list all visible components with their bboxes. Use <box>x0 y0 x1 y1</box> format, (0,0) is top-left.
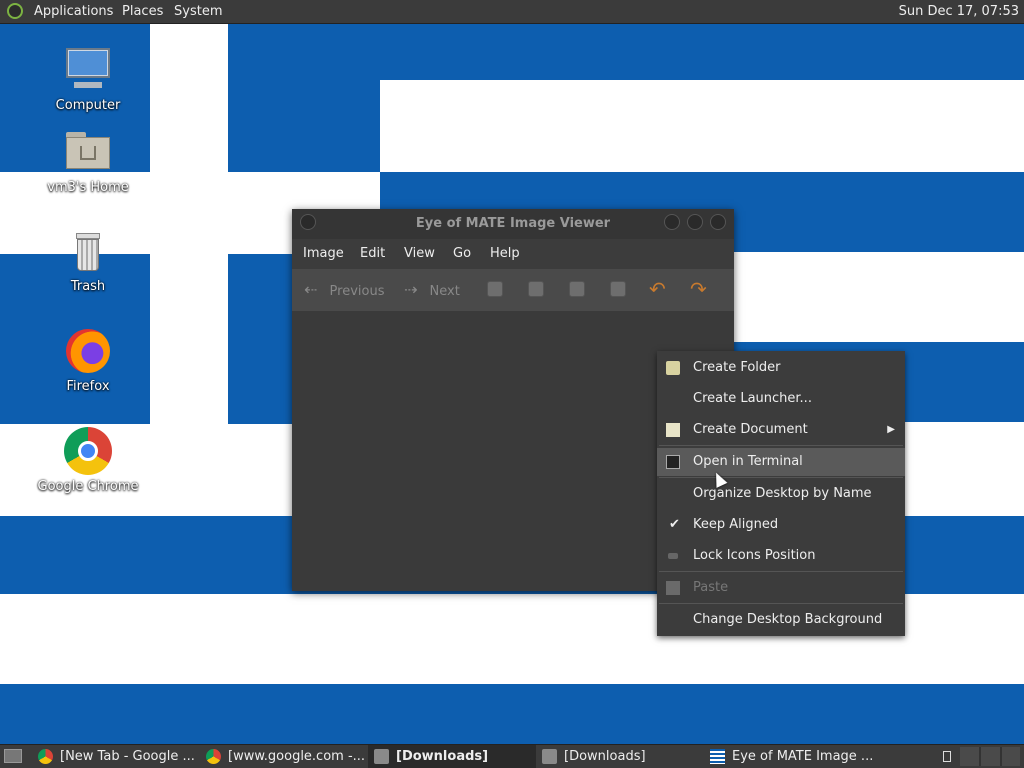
desktop-icon-label: Google Chrome <box>37 479 139 494</box>
rotate-left-icon[interactable]: ↶ <box>649 279 666 301</box>
places-menu[interactable]: Places <box>122 4 163 19</box>
menu-item-change-background[interactable]: Change Desktop Background <box>657 606 905 634</box>
checkmark-icon: ✔ <box>669 517 680 532</box>
folder-new-icon <box>666 361 680 375</box>
previous-button[interactable]: ⇠ Previous <box>304 279 385 301</box>
folder-icon <box>542 749 557 764</box>
menu-item-create-launcher[interactable]: Create Launcher... <box>657 385 905 413</box>
menu-item-lock-icons[interactable]: Lock Icons Position <box>657 542 905 570</box>
firefox-icon <box>64 327 112 375</box>
previous-arrow-icon: ⇠ <box>304 280 318 299</box>
desktop-icon-home[interactable]: vm3's Home <box>33 128 143 195</box>
folder-icon <box>374 749 389 764</box>
workspace-switcher-icon[interactable] <box>943 751 951 762</box>
menu-separator <box>659 603 903 604</box>
flag-stripe <box>0 684 1024 744</box>
menu-item-open-in-terminal[interactable]: Open in Terminal <box>657 448 905 476</box>
submenu-arrow-icon: ▶ <box>887 424 895 435</box>
desktop-icon-chrome[interactable]: Google Chrome <box>33 427 143 494</box>
zoom-out-icon[interactable] <box>528 281 544 297</box>
taskbar-item[interactable]: Eye of MATE Image ... <box>704 745 873 768</box>
bottom-panel: [New Tab - Google ... [www.google.com -.… <box>0 744 1024 768</box>
rotate-right-icon[interactable]: ↷ <box>690 279 707 301</box>
unchecked-indicator-icon <box>668 553 678 559</box>
window-title: Eye of MATE Image Viewer <box>415 216 611 231</box>
show-desktop-icon[interactable] <box>4 749 22 763</box>
next-label: Next <box>429 284 460 299</box>
desktop-icon-label: Firefox <box>66 379 110 394</box>
terminal-icon <box>666 455 680 469</box>
minimize-button[interactable] <box>664 214 680 230</box>
viewer-menubar: Image Edit View Go Help <box>292 239 734 269</box>
trash-icon <box>64 227 112 275</box>
taskbar-item[interactable]: [www.google.com -... <box>200 745 368 768</box>
desktop-context-menu: Create Folder Create Launcher... Create … <box>657 351 905 636</box>
workspace-switcher[interactable] <box>960 747 1020 766</box>
next-arrow-icon: ⇢ <box>404 280 418 299</box>
menu-item-paste: Paste <box>657 574 905 602</box>
applications-menu[interactable]: Applications <box>34 4 113 19</box>
desktop-icon-firefox[interactable]: Firefox <box>33 327 143 394</box>
home-folder-icon <box>64 128 112 176</box>
menu-item-create-folder[interactable]: Create Folder <box>657 354 905 382</box>
menu-help[interactable]: Help <box>490 246 520 261</box>
close-button[interactable] <box>710 214 726 230</box>
zoom-in-icon[interactable] <box>487 281 503 297</box>
taskbar-item[interactable]: [Downloads] <box>536 745 704 768</box>
clock[interactable]: Sun Dec 17, 07:53 <box>899 4 1019 19</box>
chrome-icon <box>64 427 112 475</box>
computer-icon <box>64 46 112 94</box>
desktop-icon-label: vm3's Home <box>47 180 129 195</box>
top-panel: Applications Places System Sun Dec 17, 0… <box>0 0 1024 24</box>
document-new-icon <box>666 423 680 437</box>
menu-separator <box>659 477 903 478</box>
menu-go[interactable]: Go <box>453 246 471 261</box>
menu-item-create-document[interactable]: Create Document ▶ <box>657 416 905 444</box>
viewer-toolbar: ⇠ Previous ⇢ Next ↶ ↷ <box>292 269 734 311</box>
mate-logo-icon <box>7 3 23 19</box>
desktop-icon-label: Trash <box>70 279 106 294</box>
menu-separator <box>659 445 903 446</box>
desktop-icon-trash[interactable]: Trash <box>33 227 143 294</box>
chrome-icon <box>38 749 53 764</box>
window-menu-button[interactable] <box>300 214 316 230</box>
system-menu[interactable]: System <box>174 4 222 19</box>
menu-image[interactable]: Image <box>303 246 344 261</box>
menu-separator <box>659 571 903 572</box>
paste-icon <box>666 581 680 595</box>
image-viewer-icon <box>710 749 725 764</box>
menu-item-keep-aligned[interactable]: ✔ Keep Aligned <box>657 511 905 539</box>
taskbar-item-active[interactable]: [Downloads] <box>368 745 536 768</box>
desktop-icon-computer[interactable]: Computer <box>33 46 143 113</box>
next-button[interactable]: ⇢ Next <box>404 279 460 301</box>
menu-item-organize-by-name[interactable]: Organize Desktop by Name <box>657 480 905 508</box>
maximize-button[interactable] <box>687 214 703 230</box>
desktop-icon-label: Computer <box>55 98 121 113</box>
zoom-normal-icon[interactable] <box>569 281 585 297</box>
zoom-fit-icon[interactable] <box>610 281 626 297</box>
menu-view[interactable]: View <box>404 246 435 261</box>
previous-label: Previous <box>329 284 385 299</box>
menu-edit[interactable]: Edit <box>360 246 385 261</box>
chrome-icon <box>206 749 221 764</box>
taskbar-item[interactable]: [New Tab - Google ... <box>32 745 200 768</box>
window-titlebar[interactable]: Eye of MATE Image Viewer <box>292 209 734 239</box>
